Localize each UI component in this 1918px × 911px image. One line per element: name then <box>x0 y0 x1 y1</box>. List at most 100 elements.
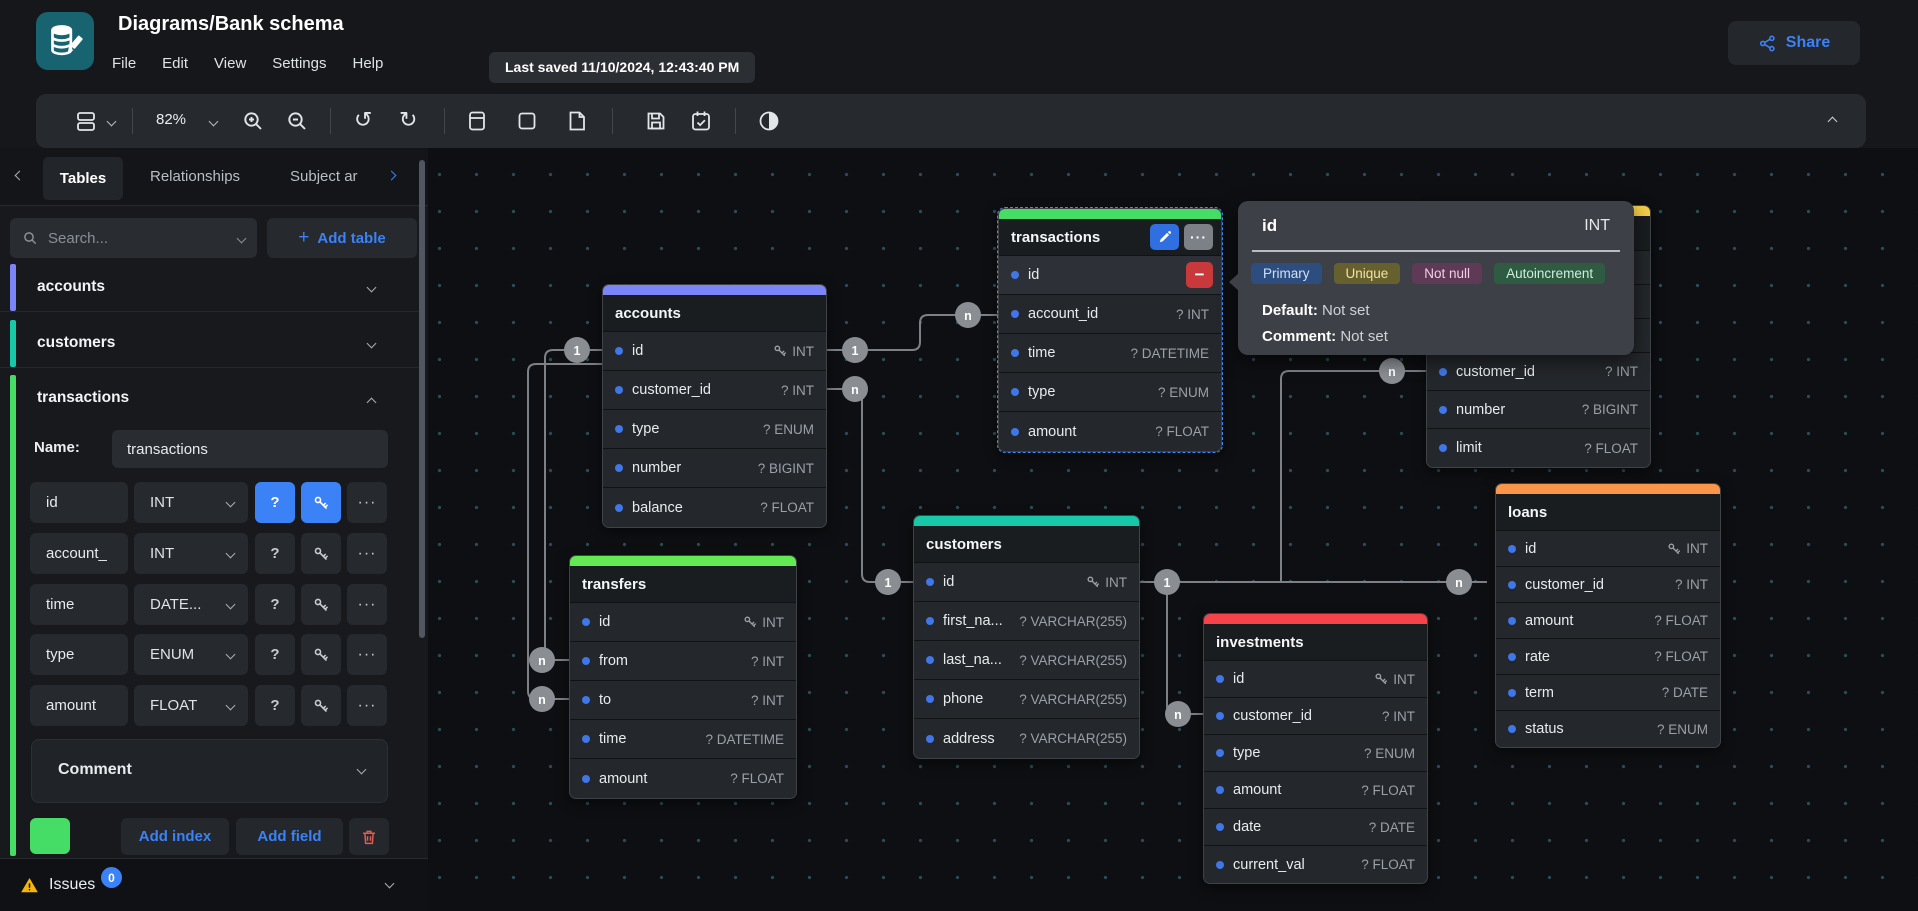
delete-table-button[interactable] <box>349 818 389 855</box>
collapse-toolbar-icon[interactable] <box>1828 117 1838 127</box>
nullable-toggle[interactable]: ? <box>255 533 295 574</box>
zoom-in-icon[interactable] <box>241 109 265 133</box>
chevron-down-icon[interactable] <box>367 283 377 293</box>
table-field-row[interactable]: term? DATE <box>1496 675 1720 711</box>
menu-view[interactable]: View <box>214 55 246 72</box>
add-area-icon[interactable] <box>515 109 539 133</box>
nullable-toggle[interactable]: ? <box>255 634 295 675</box>
issues-bar[interactable]: Issues 0 <box>0 858 428 911</box>
redo-icon[interactable]: ↻ <box>399 105 417 135</box>
search-dropdown-icon[interactable] <box>237 233 247 243</box>
field-type-select[interactable]: FLOAT <box>134 685 248 726</box>
tab-relationships[interactable]: Relationships <box>150 168 240 185</box>
table-field-row[interactable]: idINT <box>1204 661 1427 698</box>
tab-tables[interactable]: Tables <box>43 157 123 200</box>
table-field-row[interactable]: customer_id? INT <box>1427 353 1650 391</box>
table-field-row[interactable]: limit? FLOAT <box>1427 429 1650 467</box>
field-type-select[interactable]: DATE... <box>134 584 248 625</box>
field-name-input[interactable]: amount <box>30 685 128 726</box>
table-field-row[interactable]: number? BIGINT <box>603 449 826 488</box>
add-table-icon[interactable] <box>465 109 489 133</box>
table-accounts[interactable]: accounts idINT customer_id? INT type? EN… <box>602 284 827 528</box>
chevron-down-icon[interactable] <box>385 879 395 889</box>
menu-edit[interactable]: Edit <box>162 55 188 72</box>
table-field-row[interactable]: amount? FLOAT <box>570 759 796 798</box>
nullable-toggle[interactable]: ? <box>255 482 295 523</box>
field-name-input[interactable]: type <box>30 634 128 675</box>
table-field-row[interactable]: status? ENUM <box>1496 711 1720 747</box>
field-more-button[interactable]: ··· <box>347 634 387 675</box>
tabs-scroll-right-icon[interactable] <box>387 171 397 181</box>
field-type-select[interactable]: ENUM <box>134 634 248 675</box>
menu-help[interactable]: Help <box>352 55 383 72</box>
zoom-caret-icon[interactable] <box>209 117 219 127</box>
zoom-level-value[interactable]: 82% <box>156 111 202 128</box>
primary-key-toggle[interactable] <box>301 634 341 675</box>
app-logo-icon[interactable] <box>36 12 94 70</box>
zoom-out-icon[interactable] <box>285 109 309 133</box>
undo-icon[interactable]: ↺ <box>354 105 372 135</box>
field-more-button[interactable]: ··· <box>347 533 387 574</box>
table-field-row[interactable]: customer_id? INT <box>603 371 826 410</box>
table-field-row[interactable]: amount? FLOAT <box>999 412 1221 451</box>
table-field-row[interactable]: rate? FLOAT <box>1496 639 1720 675</box>
table-field-row[interactable]: customer_id? INT <box>1204 698 1427 735</box>
table-field-row[interactable]: amount? FLOAT <box>1204 772 1427 809</box>
sidebar-scrollbar[interactable] <box>419 160 425 638</box>
table-field-row[interactable]: time? DATETIME <box>999 334 1221 373</box>
commit-check-icon[interactable] <box>689 109 713 133</box>
search-input[interactable] <box>48 230 228 247</box>
table-more-button[interactable]: ··· <box>1184 224 1213 250</box>
tabs-scroll-left-icon[interactable] <box>15 171 25 181</box>
table-field-row[interactable]: idINT <box>570 603 796 642</box>
add-note-icon[interactable] <box>565 109 589 133</box>
table-field-row[interactable]: id− <box>999 256 1221 295</box>
field-type-select[interactable]: INT <box>134 482 248 523</box>
table-field-row[interactable]: idINT <box>1496 531 1720 567</box>
primary-key-toggle[interactable] <box>301 584 341 625</box>
table-transactions[interactable]: transactions ··· id− account_id? INT tim… <box>998 208 1222 452</box>
field-more-button[interactable]: ··· <box>347 584 387 625</box>
field-name-input[interactable]: time <box>30 584 128 625</box>
sidebar-item-accounts[interactable]: accounts <box>0 264 419 312</box>
primary-key-toggle[interactable] <box>301 685 341 726</box>
table-customers[interactable]: customers idINT first_na...? VARCHAR(255… <box>913 515 1140 759</box>
table-field-row[interactable]: amount? FLOAT <box>1496 603 1720 639</box>
field-more-button[interactable]: ··· <box>347 685 387 726</box>
table-field-row[interactable]: last_na...? VARCHAR(255) <box>914 641 1139 680</box>
comment-section[interactable]: Comment <box>31 739 388 803</box>
table-field-row[interactable]: type? ENUM <box>603 410 826 449</box>
table-field-row[interactable]: to? INT <box>570 681 796 720</box>
table-field-row[interactable]: date? DATE <box>1204 809 1427 846</box>
theme-contrast-icon[interactable] <box>757 109 781 133</box>
add-field-button[interactable]: Add field <box>236 818 343 855</box>
table-field-row[interactable]: idINT <box>603 332 826 371</box>
save-icon[interactable] <box>644 109 668 133</box>
add-index-button[interactable]: Add index <box>121 818 229 855</box>
field-name-input[interactable]: id <box>30 482 128 523</box>
table-investments[interactable]: investments idINT customer_id? INT type?… <box>1203 613 1428 884</box>
nullable-toggle[interactable]: ? <box>255 584 295 625</box>
table-search[interactable] <box>10 218 257 258</box>
table-field-row[interactable]: account_id? INT <box>999 295 1221 334</box>
table-field-row[interactable]: phone? VARCHAR(255) <box>914 680 1139 719</box>
share-button[interactable]: Share <box>1728 21 1860 65</box>
table-field-row[interactable]: time? DATETIME <box>570 720 796 759</box>
sidebar-item-customers[interactable]: customers <box>0 320 419 368</box>
table-field-row[interactable]: address? VARCHAR(255) <box>914 719 1139 758</box>
table-field-row[interactable]: type? ENUM <box>999 373 1221 412</box>
table-field-row[interactable]: type? ENUM <box>1204 735 1427 772</box>
table-name-input[interactable] <box>112 430 388 468</box>
field-name-input[interactable]: account_ <box>30 533 128 574</box>
table-loans[interactable]: loans idINT customer_id? INT amount? FLO… <box>1495 483 1721 748</box>
menu-file[interactable]: File <box>112 55 136 72</box>
add-table-button[interactable]: + Add table <box>267 218 417 258</box>
field-more-button[interactable]: ··· <box>347 482 387 523</box>
table-transfers[interactable]: transfers idINT from? INT to? INT time? … <box>569 555 797 799</box>
table-field-row[interactable]: first_na...? VARCHAR(255) <box>914 602 1139 641</box>
table-color-swatch[interactable] <box>30 818 70 854</box>
delete-field-button[interactable]: − <box>1186 262 1213 288</box>
table-field-row[interactable]: customer_id? INT <box>1496 567 1720 603</box>
layout-icon[interactable] <box>74 109 98 133</box>
menu-settings[interactable]: Settings <box>272 55 326 72</box>
